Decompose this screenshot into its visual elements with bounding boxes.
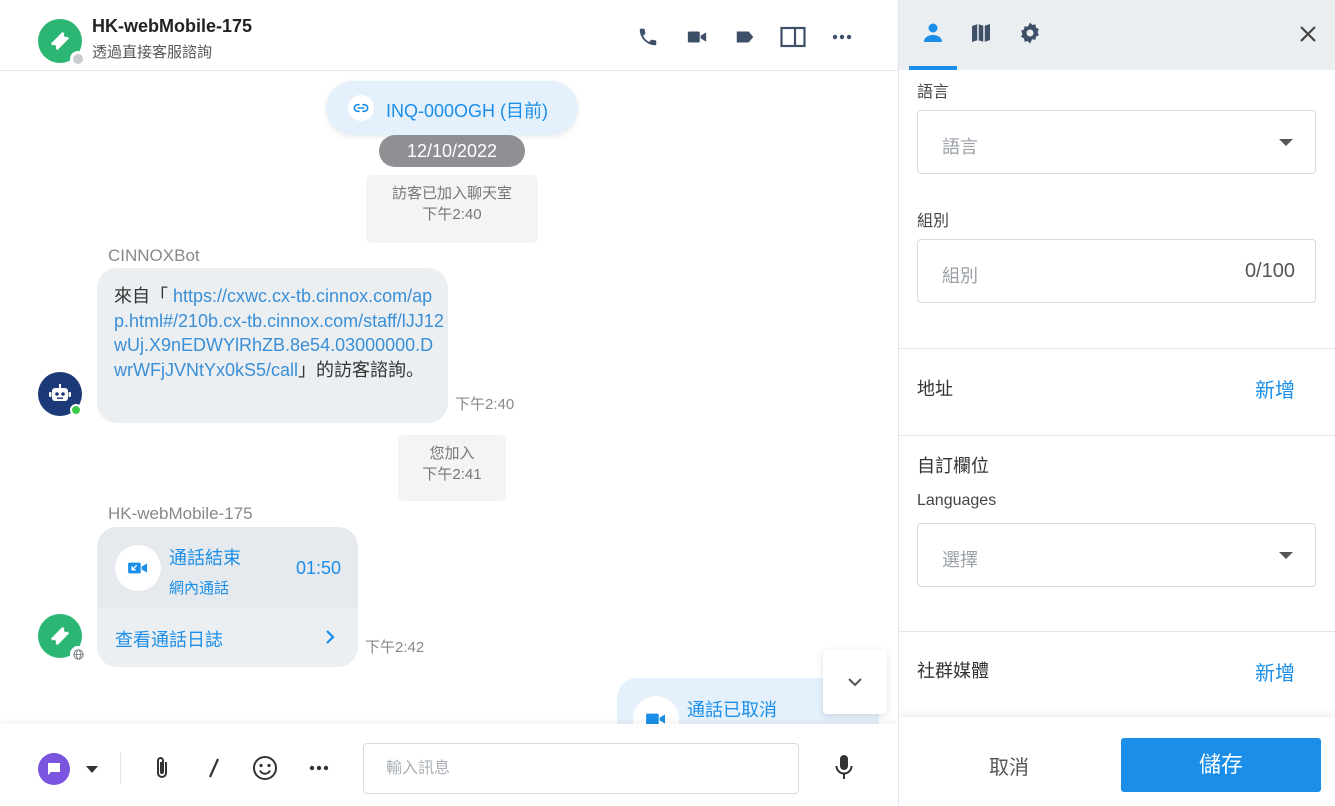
bot-sender-name: CINNOXBot: [108, 246, 200, 265]
view-call-log-row[interactable]: 查看通話日誌: [97, 608, 358, 667]
online-indicator: [70, 404, 82, 416]
side-panel-footer: 取消 儲存: [899, 717, 1335, 806]
cancel-button[interactable]: 取消: [989, 751, 1029, 780]
languages-select[interactable]: 選擇: [917, 523, 1316, 587]
gear-icon: [1021, 22, 1039, 44]
language-select[interactable]: 語言: [917, 110, 1316, 174]
status-badge: [70, 51, 86, 67]
web-badge: [70, 646, 86, 662]
custom-fields-label: 自訂欄位: [917, 456, 989, 476]
more-icon[interactable]: [305, 754, 333, 782]
scroll-to-bottom-button[interactable]: [823, 650, 887, 714]
bot-message-text: 來自「 https://cxwc.cx-tb.cinnox.com/app.ht…: [114, 284, 444, 382]
bot-message-suffix: 」的訪客諮詢。: [298, 359, 425, 380]
message-type-button[interactable]: [38, 753, 70, 785]
divider: [899, 348, 1335, 349]
call-summary: 通話結束 網內通話 01:50: [97, 527, 358, 608]
add-address-link[interactable]: 新增: [1255, 374, 1295, 403]
visitor-avatar[interactable]: [38, 614, 86, 662]
globe-icon: [72, 648, 84, 660]
message-timestamp: 下午2:42: [365, 639, 425, 656]
side-panel-tabs: [899, 0, 1335, 70]
tab-profile[interactable]: [918, 18, 948, 48]
chat-bubble-icon: [48, 763, 60, 775]
inquiry-chip[interactable]: INQ-000OGH (目前): [326, 81, 578, 135]
contact-details-panel: 語言 語言 組別 組別 0/100 地址 新增 自訂欄位 Languages 選…: [898, 0, 1335, 806]
microphone-icon[interactable]: [830, 753, 858, 781]
visitor-sender-name: HK-webMobile-175: [108, 504, 253, 523]
group-placeholder: 組別: [942, 266, 978, 286]
divider: [899, 631, 1335, 632]
group-char-count: 0/100: [1244, 260, 1295, 282]
group-input[interactable]: 組別 0/100: [917, 239, 1316, 303]
chevron-right-icon: [324, 629, 336, 645]
system-message: 您加入 下午2:41: [398, 435, 506, 501]
emoji-icon[interactable]: [251, 754, 279, 782]
system-message: 訪客已加入聊天室 下午2:40: [366, 175, 538, 243]
dropdown-arrow-icon: [1279, 139, 1293, 146]
more-icon[interactable]: [829, 24, 855, 50]
visitor-avatar[interactable]: [38, 19, 86, 67]
tab-settings[interactable]: [1015, 18, 1045, 48]
close-icon[interactable]: [1298, 24, 1318, 44]
language-label: 語言: [917, 84, 950, 101]
languages-placeholder: 選擇: [942, 550, 978, 570]
message-input[interactable]: [363, 743, 799, 794]
call-duration: 01:50: [295, 558, 341, 578]
active-tab-indicator: [909, 66, 957, 70]
map-icon: [972, 24, 990, 42]
video-icon[interactable]: [684, 24, 710, 50]
group-label: 組別: [917, 213, 950, 230]
divider: [899, 435, 1335, 436]
link-icon: [348, 95, 374, 121]
slash-command-icon[interactable]: [200, 754, 228, 782]
bot-message-prefix: 來自「: [114, 286, 174, 306]
language-placeholder: 語言: [942, 137, 978, 157]
message-timestamp: 下午2:40: [455, 396, 515, 413]
robot-icon: [49, 384, 71, 401]
dropdown-arrow-icon: [1279, 552, 1293, 559]
view-call-log-link[interactable]: 查看通話日誌: [115, 626, 223, 652]
add-social-link[interactable]: 新增: [1255, 657, 1295, 686]
system-message-time: 下午2:40: [422, 206, 482, 223]
inquiry-label: INQ-000OGH (目前): [386, 101, 549, 121]
call-status: 通話結束: [169, 548, 241, 568]
chevron-down-icon: [848, 678, 862, 687]
social-media-label: 社群媒體: [917, 661, 989, 681]
attachment-icon[interactable]: [148, 754, 176, 782]
message-composer: [0, 724, 898, 806]
ticket-icon: [50, 31, 70, 51]
video-call-icon: [115, 545, 161, 591]
address-label: 地址: [917, 379, 953, 399]
divider: [120, 752, 121, 784]
bot-avatar[interactable]: [38, 372, 82, 416]
call-status: 通話已取消: [687, 700, 777, 720]
date-divider: 12/10/2022: [379, 135, 525, 167]
conversation-subtitle: 透過直接客服諮詢: [92, 44, 213, 61]
languages-field-label: Languages: [917, 492, 997, 509]
call-type: 網內通話: [169, 580, 230, 597]
call-ended-card: 通話結束 網內通話 01:50 查看通話日誌: [97, 527, 358, 667]
save-button[interactable]: 儲存: [1121, 738, 1321, 792]
conversation-title: HK-webMobile-175: [92, 16, 253, 36]
phone-icon[interactable]: [635, 24, 661, 50]
tag-icon[interactable]: [732, 24, 758, 50]
system-message-time: 下午2:41: [422, 466, 482, 483]
system-message-text: 訪客已加入聊天室: [391, 185, 512, 202]
chat-panel: HK-webMobile-175 透過直接客服諮詢 INQ-000OGH (目前…: [0, 0, 898, 806]
chevron-down-icon[interactable]: [78, 755, 106, 783]
person-icon: [924, 23, 942, 42]
system-message-text: 您加入: [429, 445, 475, 462]
ticket-icon: [50, 626, 70, 646]
chat-header: HK-webMobile-175 透過直接客服諮詢: [0, 0, 898, 71]
tab-map[interactable]: [966, 18, 996, 48]
panel-icon[interactable]: [780, 24, 806, 50]
